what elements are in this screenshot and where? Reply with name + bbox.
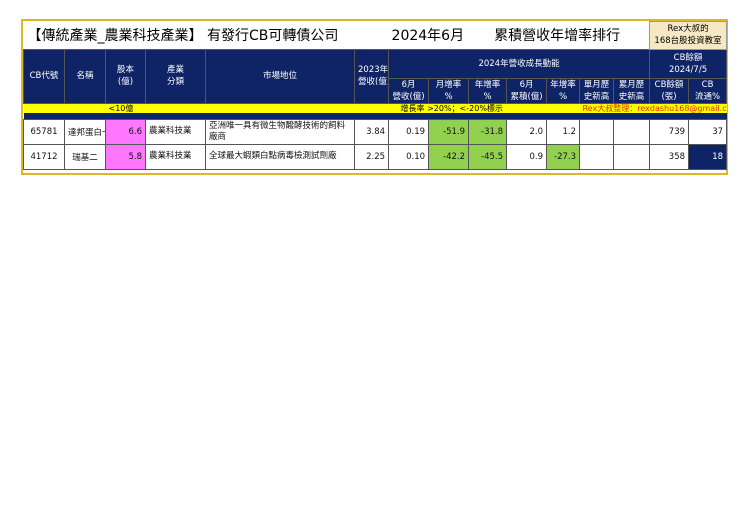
- note-credit: Rex大叔整理：rexdashu168@gmail.com: [579, 103, 727, 113]
- header-cb-float: CB 流通%: [688, 77, 728, 104]
- company-name: 瑞基二: [64, 143, 106, 170]
- cb-code: 65781: [23, 118, 65, 145]
- cb-code: 41712: [23, 143, 65, 170]
- header-mom: 月增率 %: [428, 77, 470, 104]
- header-market: 市場地位: [205, 48, 355, 104]
- header-group-2024: 2024年營收成長動能: [388, 48, 651, 79]
- title-category: 【傳統產業_農業科技產業】: [27, 28, 203, 44]
- month-high: [579, 118, 615, 145]
- header-jun-rev: 6月 營收(億): [388, 77, 430, 104]
- title-ranking: 累積營收年增率排行: [494, 28, 621, 44]
- month-high: [579, 143, 615, 170]
- header-cb-group: CB餘額 2024/7/5: [649, 48, 728, 79]
- note-growth: 增長率 >20%；<-20%標示: [388, 103, 580, 113]
- rev2023: 3.84: [353, 118, 390, 145]
- yoy: -45.5: [468, 143, 508, 170]
- mom: -51.9: [428, 118, 470, 145]
- report-table-frame: 【傳統產業_農業科技產業】 有發行CB可轉債公司 2024年6月 累積營收年增率排…: [21, 19, 728, 175]
- note-row: <10億 增長率 >20%；<-20%標示 Rex大叔整理：rexdashu16…: [23, 103, 727, 113]
- note-capital: <10億: [105, 103, 206, 113]
- header-industry: 產業 分類: [145, 48, 206, 104]
- market-position: 亞洲唯一具有微生物醱酵技術的飼料廠商: [205, 118, 355, 145]
- cum-high: [613, 118, 651, 145]
- title-period: 2024年6月: [391, 28, 465, 44]
- title-subject: 有發行CB可轉債公司: [206, 28, 339, 44]
- header-month-high: 單月歷 史新高: [579, 77, 615, 104]
- table-row: 41712 瑞基二 5.8 農業科技業 全球最大蝦類白點病毒檢測試劑廠 2.25…: [23, 143, 728, 170]
- industry: 農業科技業: [145, 118, 206, 145]
- industry: 農業科技業: [145, 143, 206, 170]
- company-name: 達邦蛋白一: [64, 118, 106, 145]
- header-cb-code: CB代號: [23, 48, 65, 104]
- header-cum-yoy: 年增率 %: [546, 77, 581, 104]
- cb-revenue-table: 【傳統產業_農業科技產業】 有發行CB可轉債公司 2024年6月 累積營收年增率排…: [23, 21, 728, 170]
- header-yoy: 年增率 %: [468, 77, 508, 104]
- title-row: 【傳統產業_農業科技產業】 有發行CB可轉債公司 2024年6月 累積營收年增率排…: [24, 21, 728, 50]
- capital: 6.6: [105, 118, 146, 145]
- cb-balance: 358: [649, 143, 690, 170]
- jun-cum: 2.0: [506, 118, 548, 145]
- jun-rev: 0.19: [388, 118, 430, 145]
- jun-rev: 0.10: [388, 143, 430, 170]
- header-cum-high: 累月歷 史新高: [613, 77, 651, 104]
- header-capital: 股本 (億): [105, 48, 146, 104]
- market-position: 全球最大蝦類白點病毒檢測試劑廠: [205, 143, 355, 170]
- header-row-1: CB代號 名稱 股本 (億) 產業 分類 市場地位 2023年 營收(億) 20…: [23, 48, 728, 104]
- header-name: 名稱: [64, 48, 106, 104]
- table-row: 65781 達邦蛋白一 6.6 農業科技業 亞洲唯一具有微生物醱酵技術的飼料廠商…: [23, 118, 728, 145]
- cum-yoy: -27.3: [546, 143, 581, 170]
- jun-cum: 0.9: [506, 143, 548, 170]
- header-rev2023: 2023年 營收(億): [353, 48, 390, 104]
- cum-yoy: 1.2: [546, 118, 581, 145]
- cb-balance: 739: [649, 118, 690, 145]
- cum-high: [613, 143, 651, 170]
- rev2023: 2.25: [353, 143, 390, 170]
- capital: 5.8: [105, 143, 146, 170]
- cb-float: 18: [688, 143, 728, 170]
- header-jun-cum: 6月 累積(億): [506, 77, 548, 104]
- mom: -42.2: [428, 143, 470, 170]
- yoy: -31.8: [468, 118, 508, 145]
- cb-float: 37: [688, 118, 728, 145]
- header-cb-balance: CB餘額 (張): [649, 77, 690, 104]
- brand-label: Rex大叔的 168台股投資教室: [649, 21, 728, 50]
